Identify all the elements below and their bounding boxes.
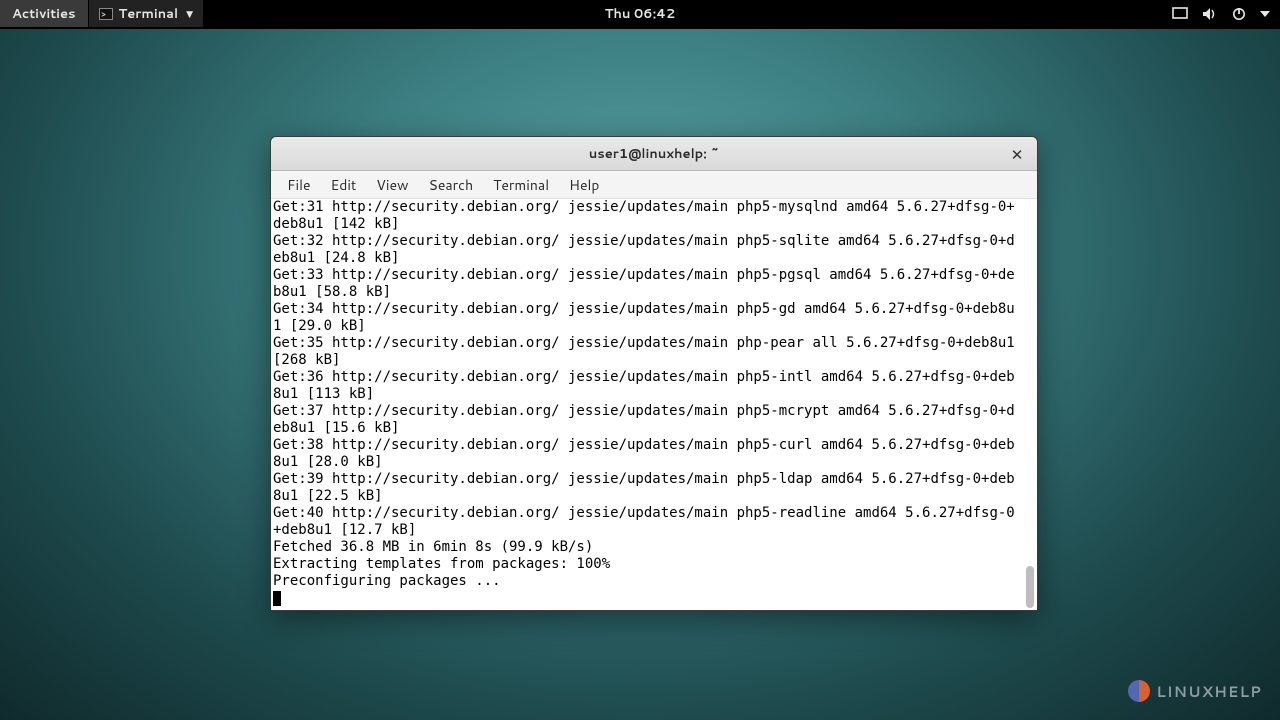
scrollbar-thumb[interactable] (1026, 566, 1034, 608)
screen-icon[interactable] (1172, 7, 1188, 21)
menu-search[interactable]: Search (419, 171, 484, 199)
terminal-window: user1@linuxhelp: ~ ✕ File Edit View Sear… (270, 136, 1038, 611)
terminal-menubar: File Edit View Search Terminal Help (271, 171, 1037, 199)
system-chevron-down-icon[interactable] (1260, 9, 1270, 19)
chevron-down-icon: ▼ (186, 7, 193, 20)
volume-icon[interactable] (1202, 7, 1218, 21)
app-menu-button[interactable]: Terminal ▼ (89, 0, 203, 27)
terminal-cursor (273, 591, 281, 606)
activities-button[interactable]: Activities (0, 0, 89, 27)
menu-help[interactable]: Help (559, 171, 609, 199)
terminal-scrollbar[interactable] (1025, 199, 1035, 608)
app-menu-label: Terminal (119, 5, 179, 23)
menu-edit[interactable]: Edit (321, 171, 367, 199)
watermark-text: LINUXHELP (1156, 681, 1262, 702)
menu-file[interactable]: File (277, 171, 321, 199)
watermark: LINUXHELP (1128, 680, 1262, 702)
power-icon[interactable] (1232, 7, 1246, 21)
close-icon: ✕ (1011, 144, 1024, 165)
menu-terminal[interactable]: Terminal (483, 171, 559, 199)
window-close-button[interactable]: ✕ (1007, 144, 1027, 164)
clock-label[interactable]: Thu 06:42 (605, 5, 676, 23)
menu-view[interactable]: View (366, 171, 418, 199)
topbar-separator (0, 27, 1280, 29)
watermark-logo-icon (1128, 680, 1150, 702)
terminal-output: Get:31 http://security.debian.org/ jessi… (273, 199, 1023, 610)
terminal-icon (99, 8, 113, 20)
window-title: user1@linuxhelp: ~ (589, 145, 720, 163)
terminal-body[interactable]: Get:31 http://security.debian.org/ jessi… (271, 199, 1037, 610)
window-titlebar[interactable]: user1@linuxhelp: ~ ✕ (271, 137, 1037, 171)
gnome-top-bar: Activities Terminal ▼ Thu 06:42 (0, 0, 1280, 27)
